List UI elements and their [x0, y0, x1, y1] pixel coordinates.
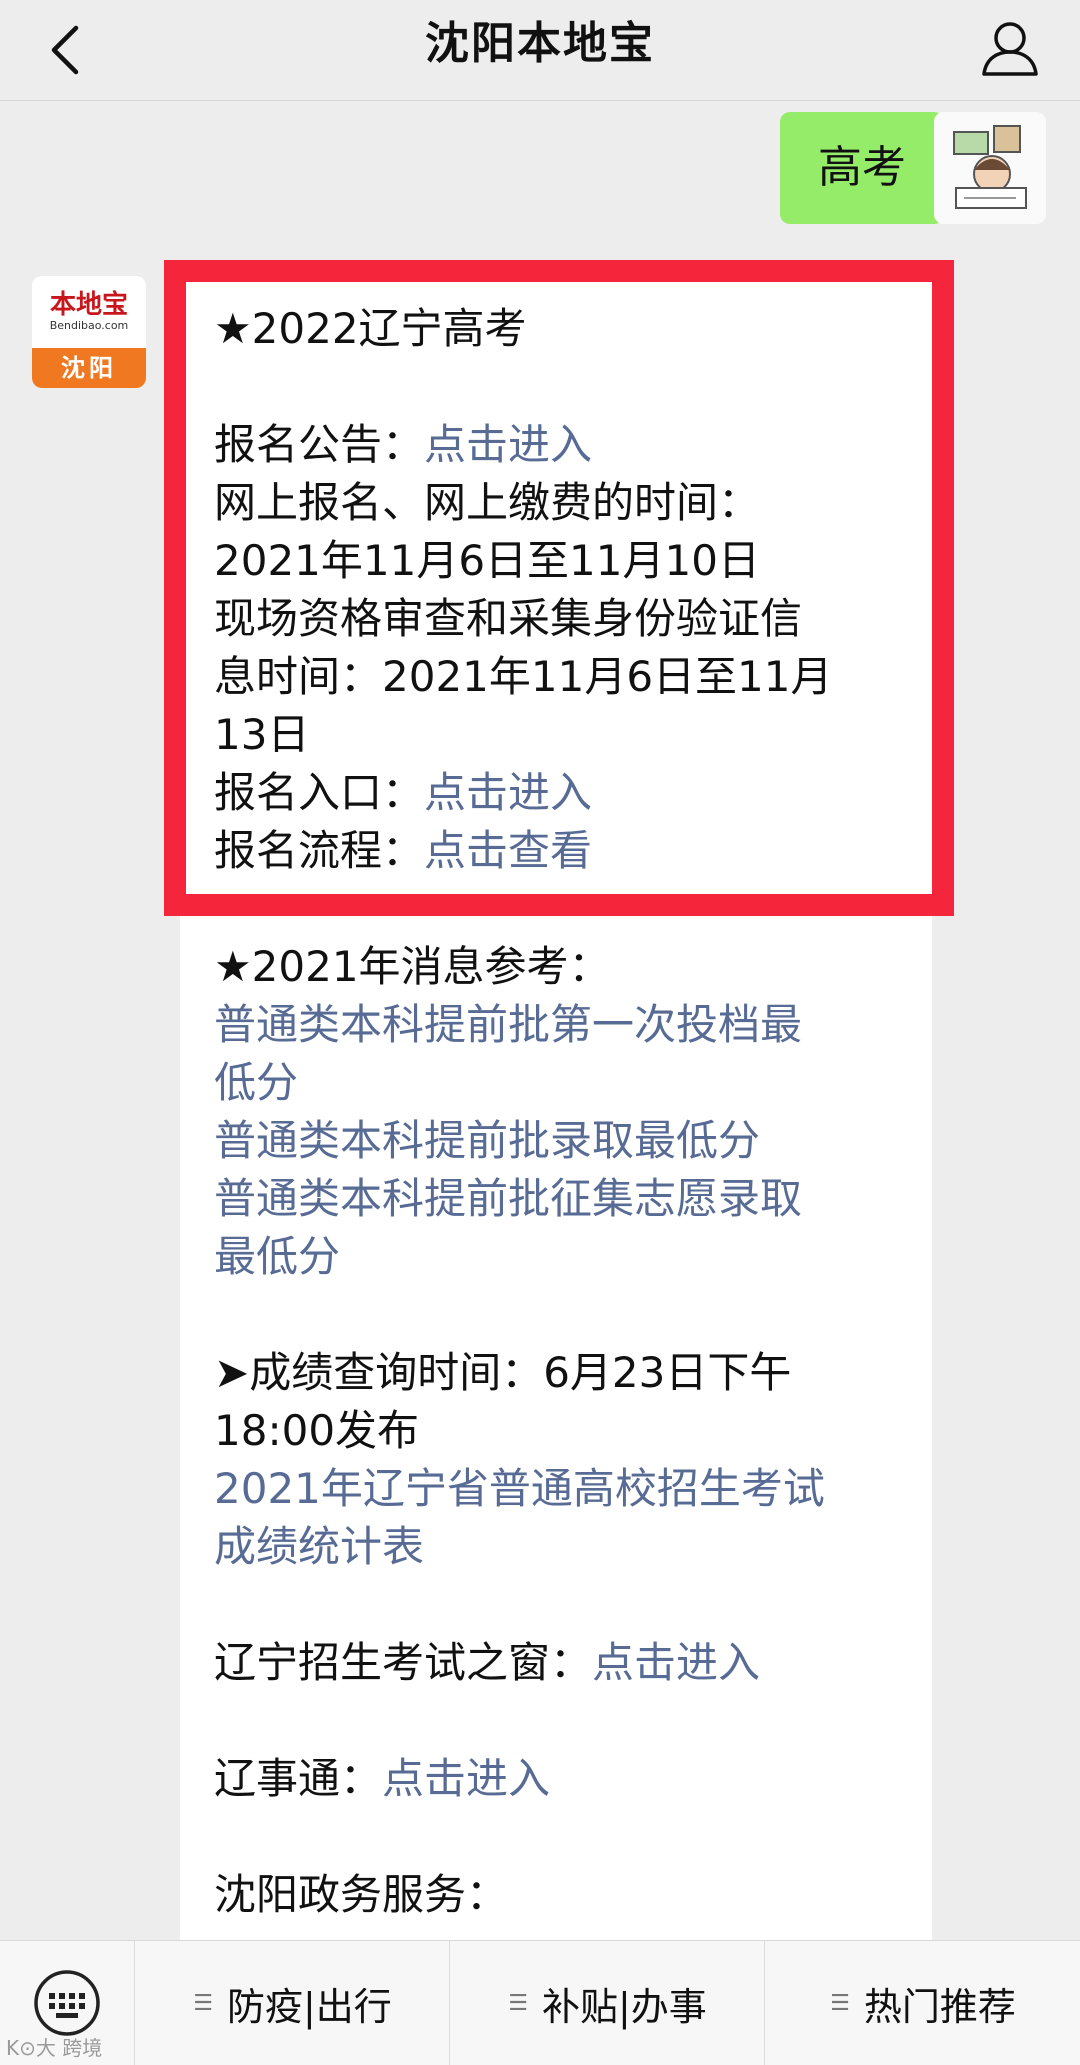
- chat-title: 沈阳本地宝: [425, 18, 655, 69]
- ref-link-first-batch-line-1[interactable]: 普通类本科提前批第一次投档最: [214, 996, 914, 1054]
- menu-item-epidemic-travel[interactable]: ☰ 防疫|出行: [134, 1941, 450, 2065]
- section-2022-title: ★2022辽宁高考: [214, 304, 527, 353]
- menu-lines-icon: ☰: [193, 1990, 213, 2016]
- onsite-time-line-1: 现场资格审查和采集身份验证信: [214, 594, 803, 643]
- announce-link[interactable]: 点击进入: [424, 420, 592, 469]
- outgoing-message-bubble[interactable]: 高考: [780, 112, 958, 224]
- score-stats-link[interactable]: 2021年辽宁省普通高校招生考试 成绩统计表: [214, 1460, 914, 1576]
- message-content: ★2022辽宁高考 报名公告：点击进入 网上报名、网上缴费的时间： 2021年1…: [214, 300, 914, 1924]
- score-stats-link-line-1[interactable]: 2021年辽宁省普通高校招生考试: [214, 1460, 914, 1518]
- score-stats-link-line-2[interactable]: 成绩统计表: [214, 1518, 914, 1576]
- bendibao-brand: 本地宝: [49, 290, 128, 320]
- liaoshitong-row: 辽事通：点击进入: [214, 1750, 914, 1808]
- bendibao-logo: 本地宝 Bendibao.com: [32, 276, 146, 348]
- process-label: 报名流程：: [214, 826, 425, 875]
- announce-label: 报名公告：: [214, 420, 425, 469]
- menu-item-subsidy-affairs[interactable]: ☰ 补贴|办事: [449, 1941, 765, 2065]
- liaoshitong-label: 辽事通：: [214, 1754, 383, 1803]
- user-avatar[interactable]: [934, 112, 1046, 224]
- ref-link-solicit-line-2[interactable]: 最低分: [214, 1228, 914, 1286]
- entry-label: 报名入口：: [214, 768, 425, 817]
- bendibao-city: 沈阳: [32, 348, 146, 388]
- menu-item-label: 补贴|办事: [541, 1984, 707, 2029]
- ref-link-solicit-line-1[interactable]: 普通类本科提前批征集志愿录取: [214, 1170, 914, 1228]
- entry-row: 报名入口：点击进入: [214, 764, 914, 822]
- top-nav-bar: 沈阳本地宝: [0, 0, 1080, 101]
- entry-link[interactable]: 点击进入: [424, 768, 592, 817]
- ref-link-solicit[interactable]: 普通类本科提前批征集志愿录取 最低分: [214, 1170, 914, 1286]
- bendibao-url: Bendibao.com: [49, 319, 129, 332]
- outgoing-message-text: 高考: [818, 142, 906, 193]
- ref-link-first-batch[interactable]: 普通类本科提前批第一次投档最 低分: [214, 996, 914, 1112]
- section-2021-title: ★2021年消息参考：: [214, 942, 611, 991]
- cartoon-study-avatar-icon: [934, 112, 1046, 224]
- announce-row: 报名公告：点击进入: [214, 416, 914, 474]
- official-account-menu: ☰ 防疫|出行 ☰ 补贴|办事 ☰ 热门推荐: [0, 1940, 1080, 2065]
- keyboard-icon: [34, 1970, 100, 2036]
- gov-service-label: 沈阳政务服务：: [214, 1870, 509, 1919]
- score-time-line-2: 18:00发布: [214, 1406, 420, 1455]
- menu-lines-icon: ☰: [508, 1990, 528, 2016]
- onsite-time-line-3: 13日: [214, 710, 310, 759]
- ref-link-first-batch-line-2[interactable]: 低分: [214, 1054, 914, 1112]
- online-time-label: 网上报名、网上缴费的时间：: [214, 478, 761, 527]
- online-time-value: 2021年11月6日至11月10日: [214, 536, 760, 585]
- ref-link-admission-min[interactable]: 普通类本科提前批录取最低分: [214, 1112, 914, 1170]
- menu-item-label: 热门推荐: [863, 1984, 1016, 2029]
- bendibao-avatar[interactable]: 本地宝 Bendibao.com 沈阳: [32, 276, 146, 388]
- watermark: K⊙大 跨境: [6, 2036, 103, 2060]
- person-icon: [982, 22, 1038, 76]
- onsite-time-line-2: 息时间：2021年11月6日至11月: [214, 652, 833, 701]
- liaoshitong-link[interactable]: 点击进入: [382, 1754, 550, 1803]
- exam-window-label: 辽宁招生考试之窗：: [214, 1638, 593, 1687]
- process-link[interactable]: 点击查看: [424, 826, 592, 875]
- exam-window-link[interactable]: 点击进入: [592, 1638, 760, 1687]
- score-time-line-1: ➤成绩查询时间：6月23日下午: [214, 1348, 792, 1397]
- profile-button[interactable]: [978, 16, 1042, 80]
- exam-window-row: 辽宁招生考试之窗：点击进入: [214, 1634, 914, 1692]
- menu-item-label: 防疫|出行: [226, 1984, 392, 2029]
- menu-item-hot-picks[interactable]: ☰ 热门推荐: [764, 1941, 1080, 2065]
- menu-lines-icon: ☰: [830, 1990, 850, 2016]
- process-row: 报名流程：点击查看: [214, 822, 914, 880]
